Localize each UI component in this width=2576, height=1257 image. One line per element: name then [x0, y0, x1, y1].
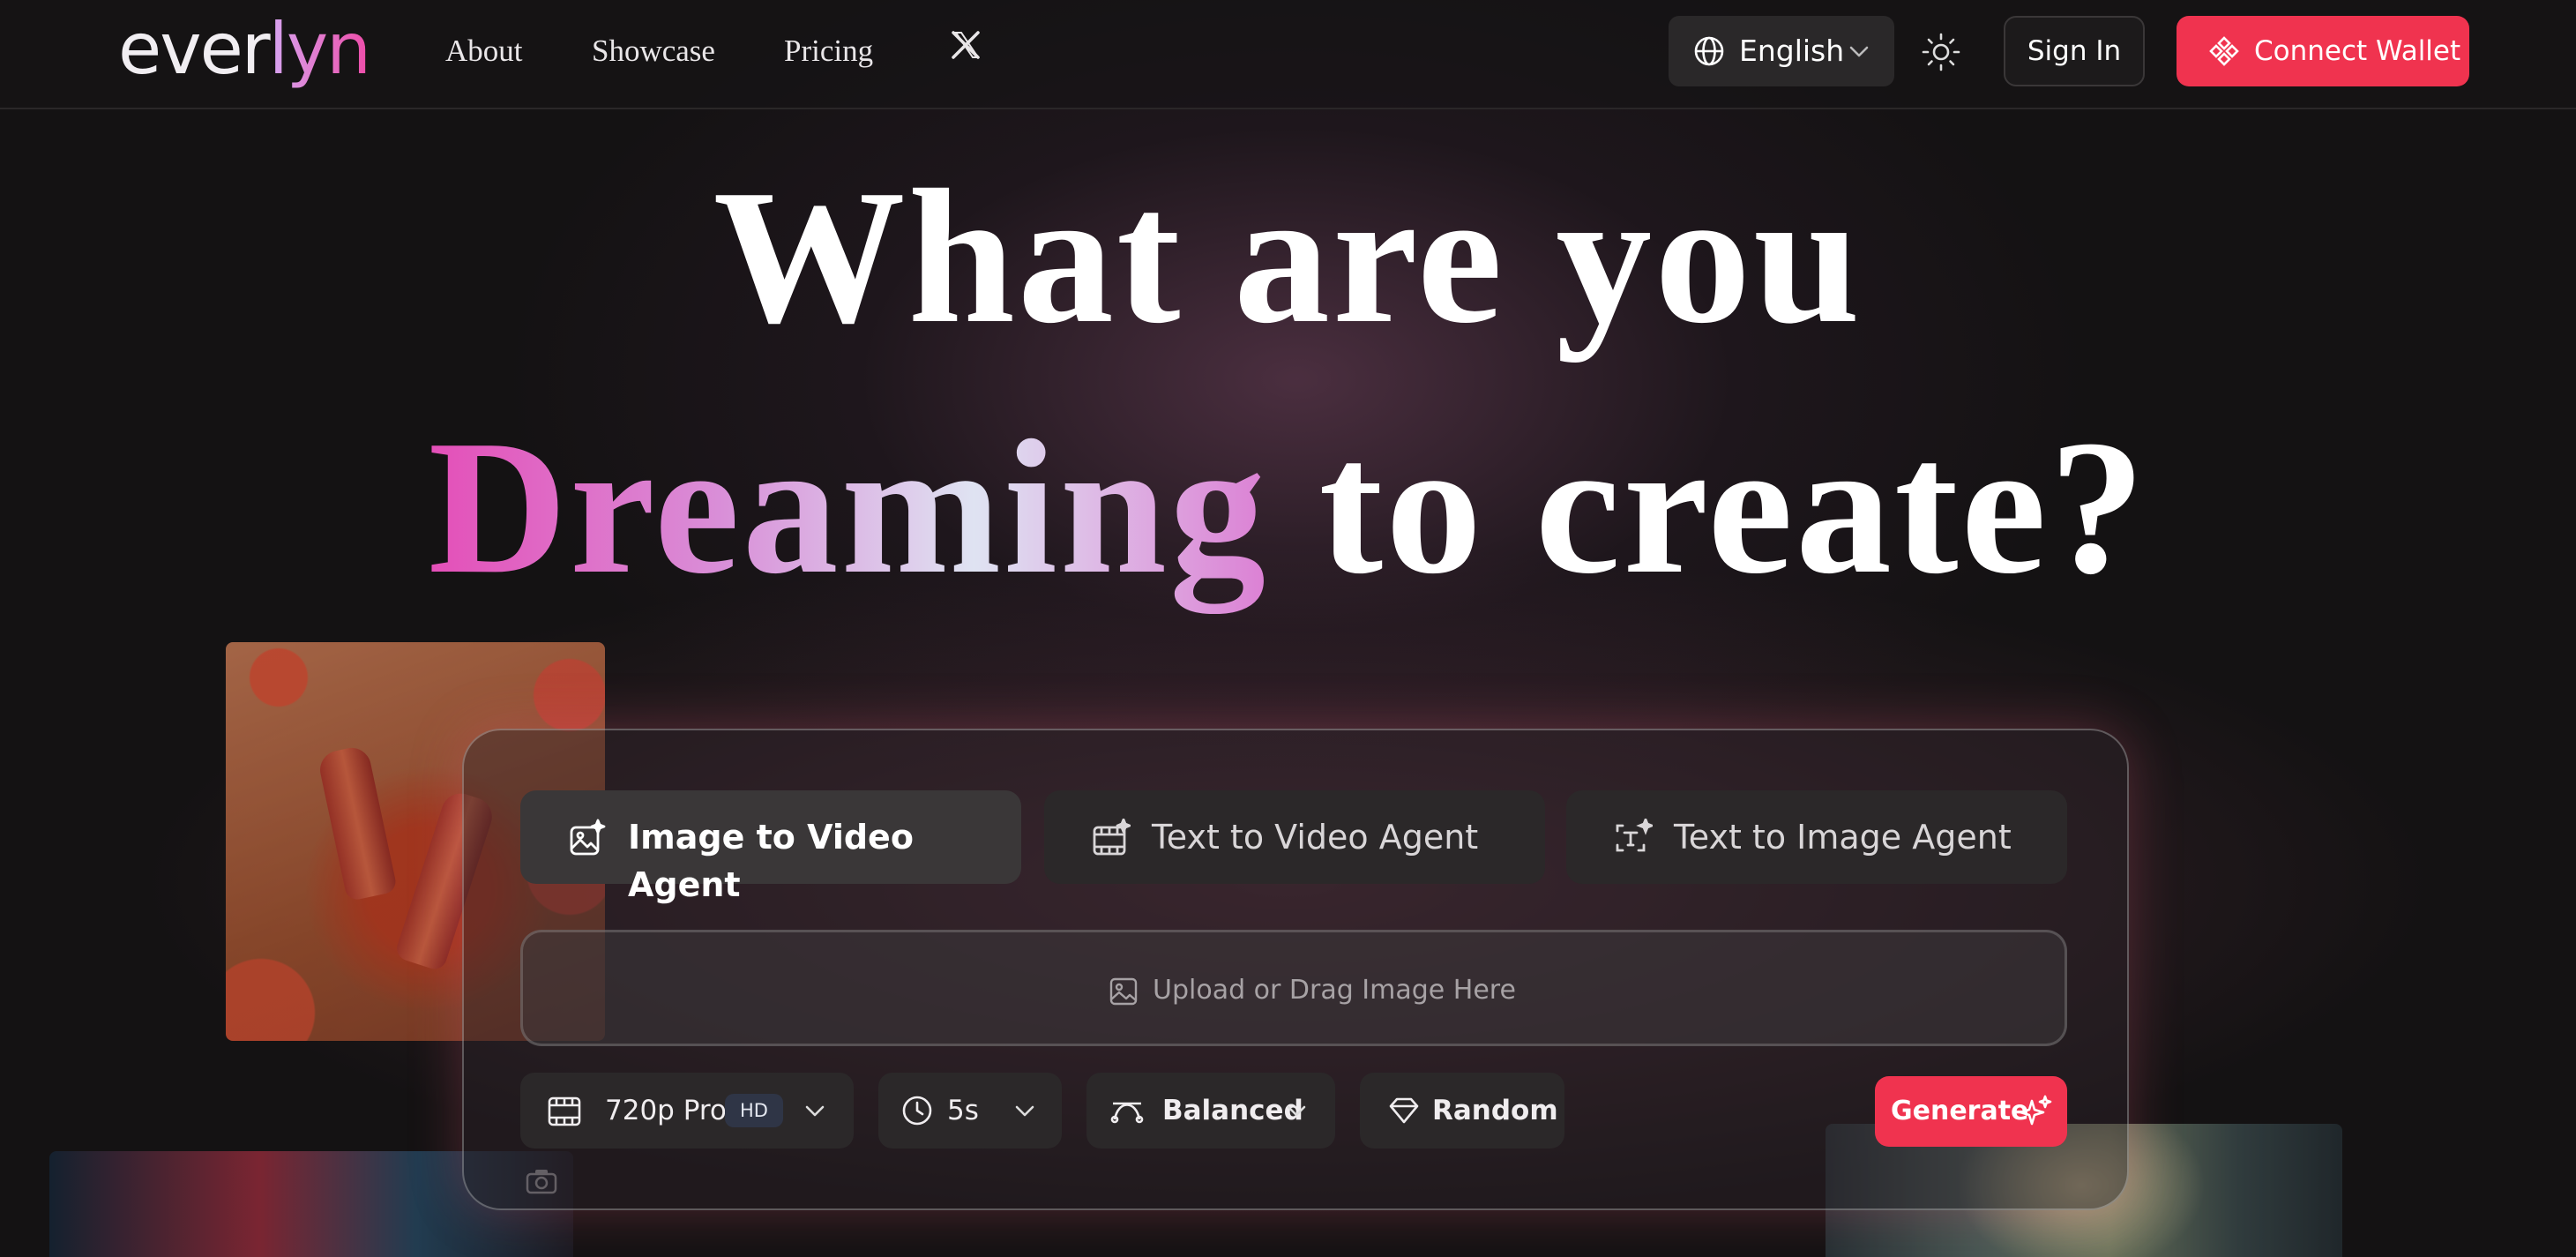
hero-highlight-word: Dreaming: [428, 401, 1269, 614]
hero-title-rest: to create?: [1268, 401, 2148, 614]
language-selector[interactable]: English: [1669, 16, 1894, 86]
tab-label: Text to Image Agent: [1674, 818, 2012, 857]
motion-label: Balanced: [1162, 1095, 1303, 1126]
tab-label: Image to Video Agent: [628, 818, 914, 904]
chevron-down-icon: [1015, 1105, 1034, 1117]
film-settings-icon: [548, 1096, 581, 1126]
hero-title-line1: What are you: [713, 151, 1863, 363]
film-sparkle-icon: [1093, 819, 1131, 856]
image-sparkle-icon: [570, 819, 606, 856]
image-icon: [1109, 977, 1138, 1006]
hero-title-line2: Dreaming to create?: [0, 402, 2576, 614]
nav-pricing-link[interactable]: Pricing: [784, 30, 873, 72]
generate-label: Generate: [1891, 1096, 2029, 1126]
connect-wallet-label: Connect Wallet: [2254, 35, 2461, 67]
x-twitter-icon[interactable]: [951, 30, 981, 60]
motion-selector[interactable]: Balanced: [1086, 1073, 1335, 1149]
globe-icon: [1694, 36, 1724, 66]
everlyn-logo[interactable]: everlyn: [118, 5, 371, 94]
tab-label: Text to Video Agent: [1152, 818, 1479, 857]
hd-badge: HD: [725, 1094, 783, 1127]
seed-selector[interactable]: Random: [1360, 1073, 1564, 1149]
wallet-diamond-icon: [2209, 36, 2239, 66]
chevron-down-icon: [1849, 46, 1869, 57]
clock-icon: [902, 1096, 932, 1126]
tab-text-to-video[interactable]: Text to Video Agent: [1044, 790, 1545, 884]
seed-label: Random: [1432, 1095, 1558, 1126]
sparkles-icon: [2019, 1095, 2052, 1126]
chevron-down-icon: [1287, 1105, 1306, 1117]
top-header: everlyn About Showcase Pricing English S…: [0, 0, 2576, 109]
language-label: English: [1739, 34, 1845, 68]
tab-text-to-image[interactable]: Text to Image Agent: [1566, 790, 2067, 884]
duration-selector[interactable]: 5s: [878, 1073, 1062, 1149]
duration-label: 5s: [947, 1095, 979, 1126]
chevron-down-icon: [805, 1105, 825, 1117]
tab-image-to-video[interactable]: Image to Video Agent: [520, 790, 1021, 904]
diamond-icon: [1389, 1097, 1419, 1124]
bezier-curve-icon: [1110, 1102, 1144, 1124]
image-upload-dropzone[interactable]: Upload or Drag Image Here: [520, 930, 2067, 1046]
sun-icon[interactable]: [1921, 32, 1961, 72]
upload-label: Upload or Drag Image Here: [1153, 975, 1516, 1006]
nav-showcase-link[interactable]: Showcase: [592, 30, 715, 72]
nav-about-link[interactable]: About: [445, 30, 523, 72]
text-sparkle-icon: [1616, 819, 1653, 852]
generate-button[interactable]: Generate: [1875, 1076, 2067, 1147]
connect-wallet-button[interactable]: Connect Wallet: [2177, 16, 2469, 86]
quality-label: 720p Pro: [605, 1095, 727, 1126]
sign-in-button[interactable]: Sign In: [2004, 16, 2145, 86]
quality-selector[interactable]: 720p Pro HD: [520, 1073, 854, 1149]
